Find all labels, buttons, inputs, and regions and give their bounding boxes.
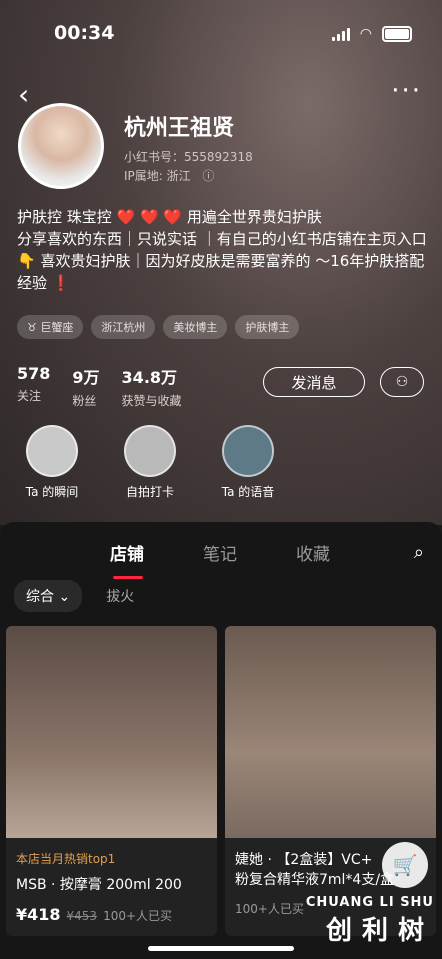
shopping-cart-icon[interactable]: 🛒 <box>382 842 428 888</box>
tab-store[interactable]: 店铺 <box>110 540 144 565</box>
tab-notes[interactable]: 笔记 <box>203 540 237 565</box>
stat-number: 578 <box>17 364 51 383</box>
highlight-label: 自拍打卡 <box>125 485 174 499</box>
product-image <box>6 626 217 838</box>
watermark-cn: 创利树 <box>325 916 434 946</box>
user-icon: ⚇ <box>395 374 409 390</box>
profile-name: 杭州王祖贤 <box>124 116 235 141</box>
product-price: ¥418 <box>16 905 61 924</box>
product-sold-count: 100+人已买 <box>235 902 304 916</box>
tab-favorites[interactable]: 收藏 <box>296 540 330 565</box>
product-sold-count: 100+人已买 <box>103 909 173 923</box>
stat-following[interactable]: 578 关注 <box>17 364 50 409</box>
product-old-price: ¥453 <box>66 909 98 923</box>
watermark: CHUANG LI SHU 创利树 <box>306 895 434 947</box>
filter-label: 综合 <box>26 589 54 605</box>
chevron-down-icon: ⌄ <box>58 589 71 605</box>
stat-number: 34.8万 <box>121 368 178 387</box>
product-image <box>225 626 436 838</box>
stat-likes[interactable]: 34.8万 获赞与收藏 <box>122 364 182 409</box>
signal-icon <box>331 27 350 41</box>
watermark-en: CHUANG LI SHU <box>305 895 434 910</box>
highlight-thumbnail <box>124 425 176 477</box>
highlight-thumbnail <box>26 425 78 477</box>
filter-option[interactable]: 拔火 <box>106 586 134 606</box>
stat-label: 关注 <box>17 389 42 403</box>
profile-tags: ♉ 巨蟹座 浙江杭州 美妆博主 护肤博主 <box>17 315 300 339</box>
stat-label: 粉丝 <box>72 394 97 408</box>
stat-label: 获赞与收藏 <box>121 394 182 408</box>
avatar[interactable] <box>18 103 104 189</box>
status-time: 00:34 <box>54 22 115 44</box>
ip-location: IP属地: 浙江 ⓘ <box>124 167 214 184</box>
ip-location-text: IP属地: 浙江 <box>124 169 191 183</box>
status-icons: ◠ <box>331 26 412 42</box>
highlight-label: Ta 的瞬间 <box>25 485 79 499</box>
bio-line: 经验 ❗ <box>17 274 71 292</box>
tag-category[interactable]: 护肤博主 <box>235 315 300 339</box>
stat-followers[interactable]: 9万 粉丝 <box>72 364 99 409</box>
highlight-item[interactable]: 自拍打卡 <box>115 425 185 500</box>
follow-user-button[interactable]: ⚇ <box>380 367 424 397</box>
tag-zodiac[interactable]: ♉ 巨蟹座 <box>17 315 84 339</box>
back-arrow-icon[interactable]: ‹ <box>18 78 29 111</box>
profile-id: 小红书号：555892318 <box>124 150 253 164</box>
product-card[interactable]: 婕她 · 【2盒装】VC+ 粉复合精华液7ml*4支/盒 100+人已买 <box>225 626 436 936</box>
highlight-item[interactable]: Ta 的语音 <box>213 425 283 500</box>
send-message-button[interactable]: 发消息 <box>263 367 365 397</box>
product-price-row: ¥418 ¥453 100+人已买 <box>16 905 207 924</box>
highlight-thumbnail <box>222 425 274 477</box>
stat-number: 9万 <box>72 368 100 387</box>
content-tabs: 店铺 笔记 收藏 ⌕ <box>0 536 442 579</box>
search-icon[interactable]: ⌕ <box>414 542 424 563</box>
profile-bio: 护肤控 珠宝控 ❤️ ❤️ ❤️ 用遍全世界贵妇护肤 分享喜欢的东西｜只说实话 … <box>17 206 427 294</box>
highlights-row: Ta 的瞬间 自拍打卡 Ta 的语音 <box>17 425 283 500</box>
more-options-icon[interactable]: ··· <box>391 76 422 106</box>
tag-category[interactable]: 美妆博主 <box>163 315 228 339</box>
tag-location[interactable]: 浙江杭州 <box>91 315 156 339</box>
product-card[interactable]: 本店当月热销top1 MSB · 按摩膏 200ml 200 ¥418 ¥453… <box>6 626 217 936</box>
battery-icon <box>382 26 412 42</box>
bio-line: 护肤控 珠宝控 ❤️ ❤️ ❤️ 用遍全世界贵妇护肤 <box>17 208 322 226</box>
bio-line: 👇 喜欢贵妇护肤｜因为好皮肤是需要富养的 ～16年护肤搭配 <box>17 252 425 270</box>
product-title: MSB · 按摩膏 200ml 200 <box>16 877 182 893</box>
info-icon[interactable]: ⓘ <box>202 169 214 183</box>
filter-comprehensive[interactable]: 综合 ⌄ <box>14 580 83 612</box>
wifi-icon: ◠ <box>359 26 372 42</box>
product-tagline: 本店当月热销top1 <box>16 852 116 866</box>
bio-line: 分享喜欢的东西｜只说实话 ｜有自己的小红书店铺在主页入口 <box>17 230 427 248</box>
highlight-item[interactable]: Ta 的瞬间 <box>17 425 87 500</box>
status-bar: 00:34 ◠ <box>0 18 442 50</box>
content-area: 店铺 笔记 收藏 ⌕ 综合 ⌄ 拔火 本店当月热销top1 MSB · 按摩膏 … <box>0 522 442 959</box>
home-indicator <box>148 946 294 951</box>
filter-bar: 综合 ⌄ 拔火 <box>14 580 134 612</box>
active-tab-indicator <box>113 576 143 579</box>
profile-stats: 578 关注 9万 粉丝 34.8万 获赞与收藏 <box>17 364 182 409</box>
highlight-label: Ta 的语音 <box>221 485 275 499</box>
